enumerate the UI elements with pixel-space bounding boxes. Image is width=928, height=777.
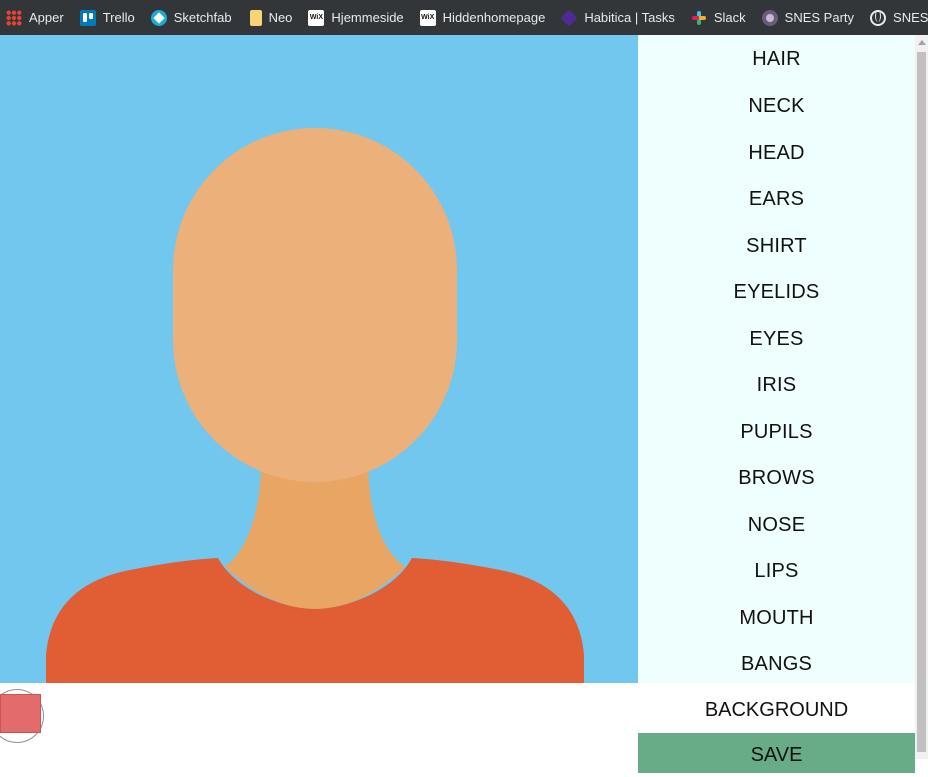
habitica-icon xyxy=(561,10,577,26)
wix-icon: WiX xyxy=(419,9,436,26)
snes-icon xyxy=(761,9,778,26)
bookmark-label: Trello xyxy=(102,10,135,25)
bookmark-label: Hjemmeside xyxy=(331,10,404,25)
bookmark-sketchfab[interactable]: Sketchfab xyxy=(150,4,240,32)
bookmark-hjemmeside[interactable]: WiX Hjemmeside xyxy=(308,4,411,32)
menu-item-iris[interactable]: IRIS xyxy=(638,362,915,409)
trello-icon xyxy=(79,9,96,26)
bookmark-folder-icon xyxy=(249,9,262,26)
slack-icon xyxy=(691,10,707,26)
bookmark-hiddenhomepage[interactable]: WiX Hiddenhomepage xyxy=(419,4,554,32)
bookmarks-bar: Apper Trello Sketchfab Neo WiX Hjemmesid… xyxy=(0,0,928,35)
bookmark-label: SNES Party xyxy=(784,10,855,25)
wix-icon: WiX xyxy=(308,9,325,26)
apps-grid-icon xyxy=(6,9,22,26)
bookmark-habitica[interactable]: Habitica | Tasks xyxy=(561,4,683,32)
menu-item-head[interactable]: HEAD xyxy=(638,130,915,177)
menu-item-bangs[interactable]: BANGS xyxy=(638,641,915,688)
menu-item-neck[interactable]: NECK xyxy=(638,83,915,130)
avatar-head xyxy=(173,128,457,482)
save-button[interactable]: SAVE xyxy=(638,733,915,773)
bookmark-label: Neo xyxy=(268,10,293,25)
bookmark-label: Apper xyxy=(29,10,64,25)
menu-item-hair[interactable]: HAIR xyxy=(638,35,915,83)
bookmark-apper[interactable]: Apper xyxy=(6,4,72,32)
bookmark-slack[interactable]: Slack xyxy=(691,4,754,32)
menu-item-pupils[interactable]: PUPILS xyxy=(638,409,915,456)
menu-item-nose[interactable]: NOSE xyxy=(638,502,915,549)
scroll-up-arrow-icon[interactable] xyxy=(918,40,926,45)
bookmark-label: Habitica | Tasks xyxy=(584,10,675,25)
sketchfab-icon xyxy=(150,9,167,26)
menu-item-mouth[interactable]: MOUTH xyxy=(638,595,915,642)
bookmark-trello[interactable]: Trello xyxy=(79,4,143,32)
menu-item-eyelids[interactable]: EYELIDS xyxy=(638,269,915,316)
bookmark-label: Hiddenhomepage xyxy=(442,10,546,25)
color-swatch[interactable] xyxy=(0,694,41,733)
bookmark-label: Slack xyxy=(713,10,746,25)
globe-icon xyxy=(870,9,887,26)
bookmark-label: Sketchfab xyxy=(173,10,232,25)
menu-item-shirt[interactable]: SHIRT xyxy=(638,223,915,270)
bookmark-label: SNES Party_sav xyxy=(893,10,928,25)
color-picker-area xyxy=(0,683,638,759)
scrollbar-thumb[interactable] xyxy=(917,52,926,752)
scrollbar[interactable] xyxy=(915,35,928,759)
avatar-canvas xyxy=(0,35,638,683)
part-menu: HAIR NECK HEAD EARS SHIRT EYELIDS EYES I… xyxy=(638,35,915,683)
menu-item-eyes[interactable]: EYES xyxy=(638,316,915,363)
menu-item-brows[interactable]: BROWS xyxy=(638,455,915,502)
bookmark-neo[interactable]: Neo xyxy=(248,4,301,32)
background-button[interactable]: BACKGROUND xyxy=(638,683,915,733)
menu-item-lips[interactable]: LIPS xyxy=(638,548,915,595)
avatar-drawing xyxy=(0,35,638,683)
bookmark-snes-party[interactable]: SNES Party xyxy=(761,4,862,32)
menu-item-ears[interactable]: EARS xyxy=(638,176,915,223)
bookmark-snes-party-save[interactable]: SNES Party_sav xyxy=(870,4,928,32)
